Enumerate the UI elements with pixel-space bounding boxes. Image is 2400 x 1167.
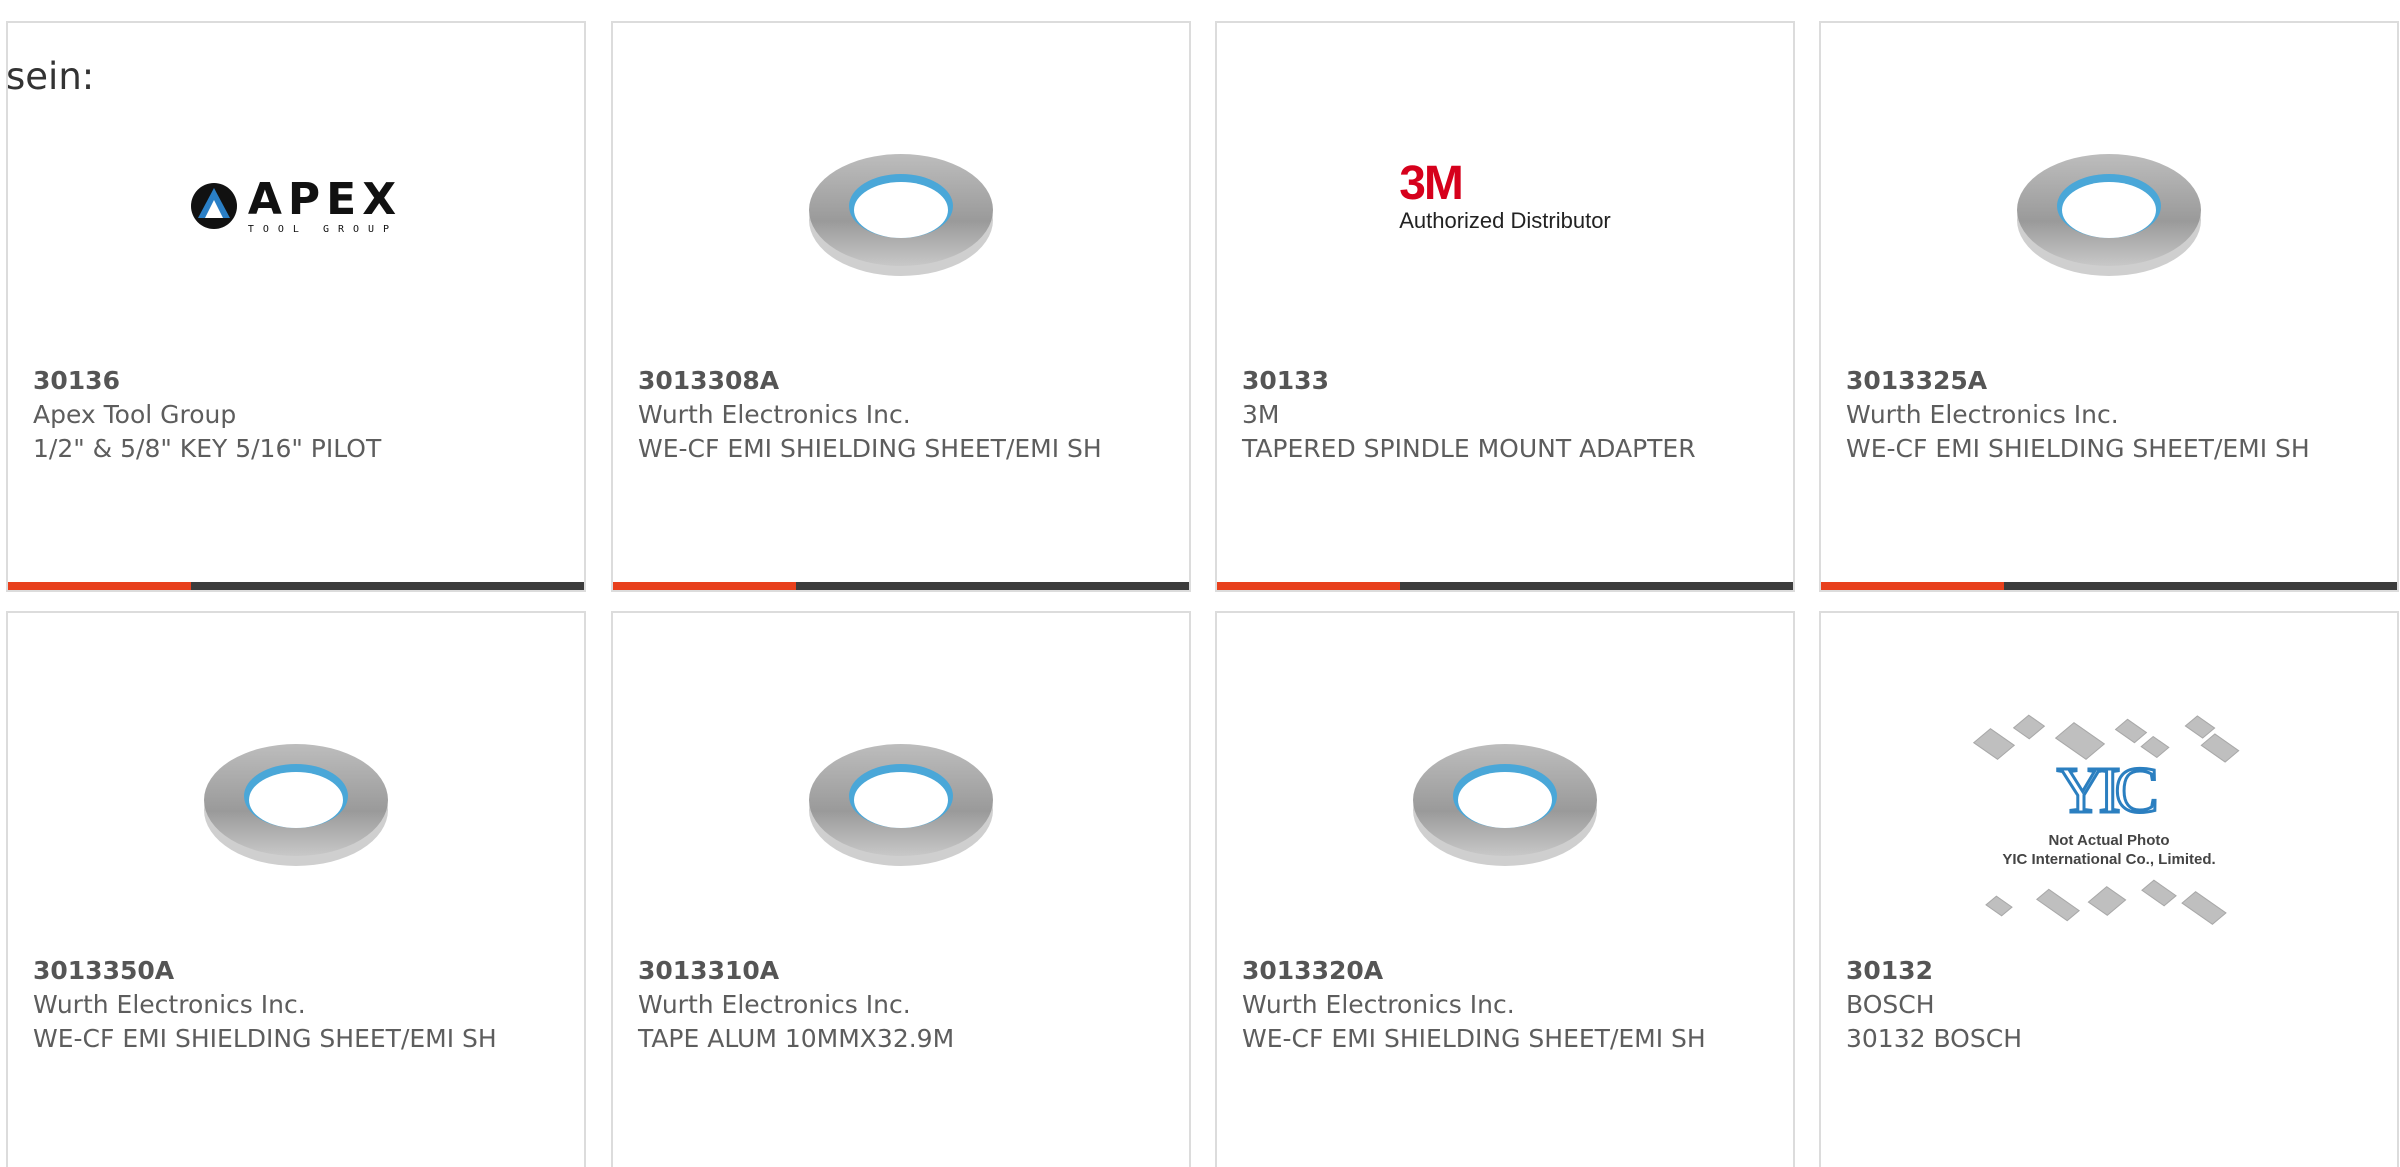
product-info: 3013350A Wurth Electronics Inc. WE-CF EM… (33, 954, 564, 1056)
yic-logo-mark: YIC (2056, 753, 2161, 829)
tape-roll-image (809, 154, 993, 276)
manufacturer: Wurth Electronics Inc. (1242, 990, 1515, 1019)
intro-text: sein: (6, 55, 95, 98)
part-number[interactable]: 30132 (1846, 954, 2377, 988)
logo-subtitle: TOOL GROUP (247, 223, 399, 235)
product-card[interactable]: 3M Authorized Distributor 30133 3M TAPER… (1215, 21, 1795, 592)
manufacturer: Wurth Electronics Inc. (638, 400, 911, 429)
product-info: 3013310A Wurth Electronics Inc. TAPE ALU… (638, 954, 1169, 1056)
chip-icon (2114, 718, 2148, 744)
part-number[interactable]: 3013320A (1242, 954, 1773, 988)
tape-roll-image (1413, 744, 1597, 866)
product-image (613, 123, 1189, 303)
manufacturer: Apex Tool Group (33, 400, 237, 429)
product-image (8, 713, 584, 893)
card-accent-bar (1217, 582, 1400, 590)
description: WE-CF EMI SHIELDING SHEET/EMI SH (1846, 434, 2310, 463)
logo-word: APEX (247, 173, 403, 225)
product-info: 30133 3M TAPERED SPINDLE MOUNT ADAPTER (1242, 364, 1773, 466)
description: 1/2" & 5/8" KEY 5/16" PILOT (33, 434, 382, 463)
part-number[interactable]: 30133 (1242, 364, 1773, 398)
card-bottom-bar (8, 582, 584, 590)
manufacturer: Wurth Electronics Inc. (638, 990, 911, 1019)
part-number[interactable]: 3013325A (1846, 364, 2377, 398)
3m-authorized-distributor-logo: 3M Authorized Distributor (1399, 157, 1611, 235)
product-card[interactable]: 3013310A Wurth Electronics Inc. TAPE ALU… (611, 611, 1191, 1167)
chip-icon (2036, 888, 2080, 922)
card-accent-bar (613, 582, 796, 590)
note-line-2: YIC International Co., Limited. (2002, 851, 2216, 868)
product-image: YIC Not Actual Photo YIC International C… (1821, 693, 2397, 925)
product-image: 3M Authorized Distributor (1217, 123, 1793, 303)
manufacturer: 3M (1242, 400, 1280, 429)
product-info: 30132 BOSCH 30132 BOSCH (1846, 954, 2377, 1056)
card-accent-bar (1821, 582, 2004, 590)
apex-triangle-icon (190, 183, 237, 229)
tape-roll-image (204, 744, 388, 866)
product-card[interactable]: 3013320A Wurth Electronics Inc. WE-CF EM… (1215, 611, 1795, 1167)
product-image: APEX TOOL GROUP (8, 123, 584, 303)
chip-icon (1972, 728, 2016, 760)
manufacturer: BOSCH (1846, 990, 1935, 1019)
product-card[interactable]: YIC Not Actual Photo YIC International C… (1819, 611, 2399, 1167)
part-number[interactable]: 30136 (33, 364, 564, 398)
description: TAPERED SPINDLE MOUNT ADAPTER (1242, 434, 1696, 463)
tape-roll-image (2017, 154, 2201, 276)
chip-icon (2012, 714, 2046, 740)
product-info: 3013320A Wurth Electronics Inc. WE-CF EM… (1242, 954, 1773, 1056)
part-number[interactable]: 3013310A (638, 954, 1169, 988)
description: TAPE ALUM 10MMX32.9M (638, 1024, 955, 1053)
chip-icon (2200, 733, 2240, 763)
card-bottom-bar (613, 582, 1189, 590)
product-card[interactable]: 3013350A Wurth Electronics Inc. WE-CF EM… (6, 611, 586, 1167)
not-actual-photo-note: Not Actual Photo YIC International Co., … (1969, 831, 2249, 869)
product-grid: APEX TOOL GROUP 30136 Apex Tool Group 1/… (0, 0, 2400, 1167)
note-line-1: Not Actual Photo (2048, 832, 2170, 849)
product-card[interactable]: 3013325A Wurth Electronics Inc. WE-CF EM… (1819, 21, 2399, 592)
card-bottom-bar (1217, 582, 1793, 590)
logo-word: 3M (1399, 157, 1464, 210)
chip-icon (1985, 895, 2013, 917)
product-grid-page: APEX TOOL GROUP 30136 Apex Tool Group 1/… (0, 0, 2400, 1167)
product-info: 3013325A Wurth Electronics Inc. WE-CF EM… (1846, 364, 2377, 466)
product-info: 30136 Apex Tool Group 1/2" & 5/8" KEY 5/… (33, 364, 564, 466)
description: WE-CF EMI SHIELDING SHEET/EMI SH (638, 434, 1102, 463)
manufacturer: Wurth Electronics Inc. (1846, 400, 2119, 429)
chip-icon (2087, 886, 2127, 916)
chip-icon (2141, 879, 2177, 907)
product-card[interactable]: 3013308A Wurth Electronics Inc. WE-CF EM… (611, 21, 1191, 592)
product-image (613, 713, 1189, 893)
product-image (1821, 123, 2397, 303)
description: 30132 BOSCH (1846, 1024, 2022, 1053)
part-number[interactable]: 3013308A (638, 364, 1169, 398)
product-info: 3013308A Wurth Electronics Inc. WE-CF EM… (638, 364, 1169, 466)
part-number[interactable]: 3013350A (33, 954, 564, 988)
manufacturer: Wurth Electronics Inc. (33, 990, 306, 1019)
description: WE-CF EMI SHIELDING SHEET/EMI SH (33, 1024, 497, 1053)
card-accent-bar (8, 582, 191, 590)
product-image (1217, 713, 1793, 893)
card-bottom-bar (1821, 582, 2397, 590)
product-card[interactable]: APEX TOOL GROUP 30136 Apex Tool Group 1/… (6, 21, 586, 592)
chip-icon (2181, 891, 2227, 925)
apex-tool-group-logo: APEX TOOL GROUP (190, 177, 402, 235)
tape-roll-image (809, 744, 993, 866)
logo-subtitle: Authorized Distributor (1399, 208, 1611, 233)
description: WE-CF EMI SHIELDING SHEET/EMI SH (1242, 1024, 1706, 1053)
yic-placeholder-image: YIC Not Actual Photo YIC International C… (1969, 703, 2249, 943)
